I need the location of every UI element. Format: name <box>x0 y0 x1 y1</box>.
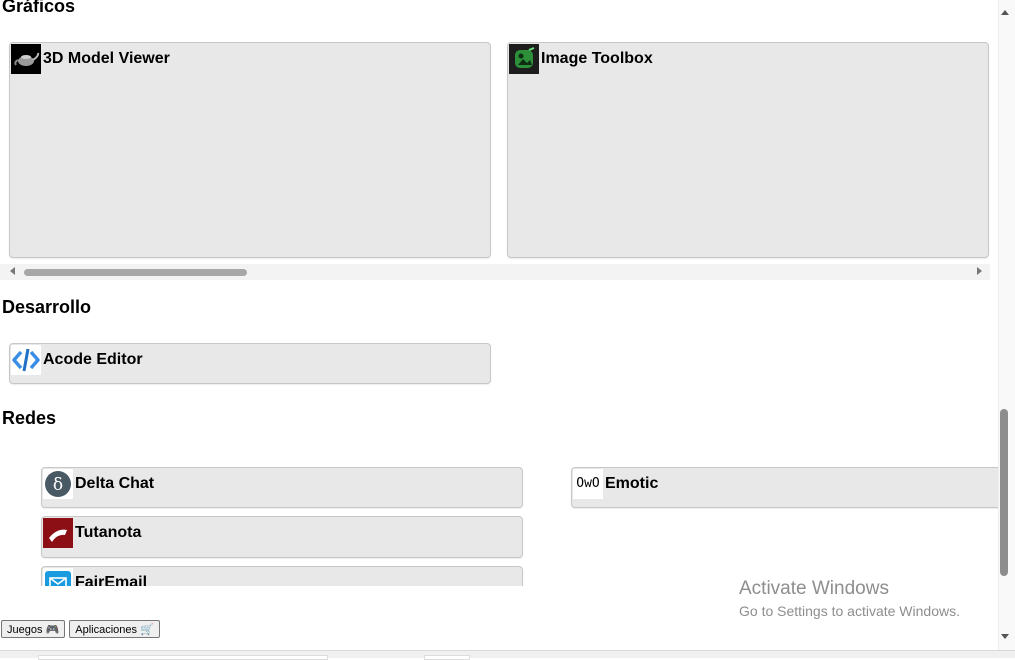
app-name: Tutanota <box>75 524 142 541</box>
svg-text:δ: δ <box>53 475 63 495</box>
app-card-tutanota[interactable]: Tutanota <box>41 516 523 558</box>
scroll-up-arrow-icon[interactable] <box>1001 10 1009 15</box>
bottom-strip-segment <box>424 655 470 660</box>
app-name: FairEmail <box>75 574 148 586</box>
aplicaciones-button[interactable]: Aplicaciones 🛒 <box>69 620 160 638</box>
app-list-page: Gráficos 3D Model Viewer Image Toolbox D… <box>0 0 998 650</box>
activate-windows-watermark: Activate Windows Go to Settings to activ… <box>739 578 960 619</box>
vertical-scroll-thumb[interactable] <box>1000 409 1008 576</box>
app-name: Delta Chat <box>75 475 155 492</box>
app-name: Image Toolbox <box>541 50 653 67</box>
horizontal-scrollbar[interactable] <box>0 264 990 280</box>
watermark-title: Activate Windows <box>739 578 889 599</box>
tutanota-icon <box>43 518 73 548</box>
scroll-left-arrow-icon[interactable] <box>10 267 15 275</box>
vertical-scrollbar[interactable] <box>998 0 1015 650</box>
horizontal-scroll-thumb[interactable] <box>24 269 247 276</box>
section-title-graficos: Gráficos <box>2 0 76 16</box>
section-title-desarrollo: Desarrollo <box>2 297 92 317</box>
bottom-nav: Juegos 🎮 Aplicaciones 🛒 <box>1 620 160 638</box>
app-name: Emotic <box>605 475 659 492</box>
app-card-delta-chat[interactable]: δ Delta Chat <box>41 467 523 508</box>
section-title-redes: Redes <box>2 408 57 428</box>
emotic-icon: OwO <box>573 469 603 499</box>
teapot-icon <box>11 44 41 74</box>
envelope-icon <box>43 568 73 586</box>
app-card-acode-editor[interactable]: Acode Editor <box>9 343 491 384</box>
code-brackets-icon <box>11 345 41 375</box>
app-card-3d-model-viewer[interactable]: 3D Model Viewer <box>9 42 491 258</box>
juegos-button[interactable]: Juegos 🎮 <box>1 620 66 638</box>
app-card-image-toolbox[interactable]: Image Toolbox <box>507 42 989 258</box>
image-toolbox-icon <box>509 44 539 74</box>
scroll-down-arrow-icon[interactable] <box>1001 634 1009 639</box>
app-name: Acode Editor <box>43 351 143 368</box>
delta-icon: δ <box>43 469 73 499</box>
watermark-subtitle: Go to Settings to activate Windows. <box>739 603 960 619</box>
scroll-right-arrow-icon[interactable] <box>977 267 982 275</box>
app-card-fairemail[interactable]: FairEmail <box>41 566 523 586</box>
app-card-emotic[interactable]: OwO Emotic <box>571 467 998 508</box>
redes-app-list: δ Delta Chat OwO Emotic Tutanota FairEma… <box>0 440 998 586</box>
bottom-strip-segment <box>38 655 328 660</box>
app-name: 3D Model Viewer <box>43 50 170 67</box>
